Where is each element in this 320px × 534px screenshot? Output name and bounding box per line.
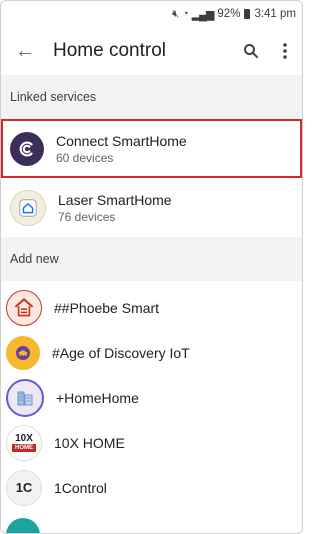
service-10x-home[interactable]: 10X HOME 10X HOME <box>1 420 302 465</box>
app-bar: ← Home control <box>1 27 302 75</box>
tenx-logo-subtext: HOME <box>12 444 36 452</box>
homehome-logo <box>6 378 44 417</box>
laser-smarthome-icon <box>19 198 37 217</box>
service-name: 1Control <box>54 479 107 496</box>
onecontrol-logo-text: 1C <box>15 480 33 495</box>
service-phoebe-smart[interactable]: ##Phoebe Smart <box>1 285 302 330</box>
more-vert-icon <box>283 43 287 59</box>
laser-smarthome-logo <box>10 189 46 226</box>
service-device-count: 76 devices <box>58 209 116 224</box>
service-name: ##Phoebe Smart <box>54 299 160 316</box>
search-button[interactable] <box>234 42 268 60</box>
service-age-of-discovery-iot[interactable]: #Age of Discovery IoT <box>1 330 302 375</box>
service-name: #Age of Discovery IoT <box>52 344 190 361</box>
phoebe-smart-logo <box>6 289 42 326</box>
age-of-discovery-logo <box>6 335 40 370</box>
service-laser-smarthome[interactable]: Laser SmartHome 76 devices <box>1 178 302 237</box>
tenx-home-logo: 10X HOME <box>6 424 42 461</box>
search-icon <box>244 44 258 58</box>
status-time: 3:41 pm <box>254 8 296 20</box>
service-name: 10X HOME <box>54 434 125 451</box>
onecontrol-logo: 1C <box>6 469 42 506</box>
age-of-discovery-icon <box>16 345 30 360</box>
add-new-label: Add new <box>10 252 59 266</box>
service-name: Connect SmartHome <box>56 132 187 149</box>
status-bar: 🔇︎ ◔ ▂▄▆ 92% 3:41 pm <box>1 1 302 27</box>
service-name: +HomeHome <box>56 389 139 406</box>
connect-smarthome-logo <box>10 131 44 166</box>
service-partial-next[interactable] <box>1 510 302 533</box>
service-1control[interactable]: 1C 1Control <box>1 465 302 510</box>
phoebe-smart-icon <box>14 297 34 316</box>
service-homehome[interactable]: +HomeHome <box>1 375 302 420</box>
next-service-logo <box>6 518 40 533</box>
service-connect-smarthome[interactable]: Connect SmartHome 60 devices <box>1 119 302 178</box>
wifi-icon: ◔ <box>182 8 189 20</box>
connect-smarthome-icon <box>19 141 33 156</box>
battery-icon <box>244 9 251 19</box>
add-new-header: Add new <box>1 237 302 281</box>
linked-services-label: Linked services <box>10 90 97 104</box>
phone-frame: 🔇︎ ◔ ▂▄▆ 92% 3:41 pm ← Home control Link… <box>0 0 303 534</box>
service-name: Laser SmartHome <box>58 191 172 208</box>
linked-services-header: Linked services <box>1 75 302 119</box>
tenx-logo-text: 10X <box>15 433 33 444</box>
service-device-count: 60 devices <box>56 150 114 165</box>
more-options-button[interactable] <box>268 42 302 60</box>
battery-percent: 92% <box>217 8 241 20</box>
back-arrow-icon[interactable]: ← <box>5 40 45 63</box>
homehome-icon <box>17 391 33 405</box>
signal-icon: ▂▄▆ <box>191 8 215 21</box>
page-title: Home control <box>53 40 166 61</box>
mute-icon: 🔇︎ <box>172 7 179 20</box>
